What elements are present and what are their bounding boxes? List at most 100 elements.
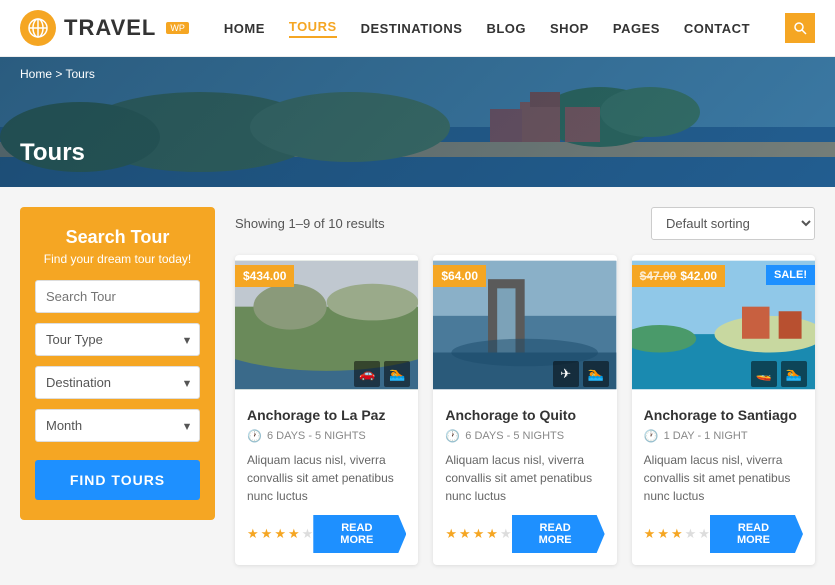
nav-blog[interactable]: BLOG: [486, 21, 526, 36]
breadcrumb: Home > Tours: [20, 67, 95, 81]
plane-icon: ✈: [553, 361, 579, 387]
boat-icon: 🚤: [751, 361, 777, 387]
destination-select[interactable]: Destination: [35, 366, 200, 399]
star-icon: ★: [247, 526, 259, 542]
star-icon: ★: [671, 526, 683, 542]
hero-overlay: [0, 57, 835, 187]
clock-icon: 🕐: [445, 429, 460, 443]
clock-icon: 🕐: [644, 429, 659, 443]
card-description: Aliquam lacus nisl, viverra convallis si…: [644, 451, 803, 505]
read-more-button[interactable]: READ MORE: [313, 515, 406, 553]
star-icon: ★: [302, 526, 314, 542]
surf-icon: 🏊: [583, 361, 609, 387]
main-nav: HOME TOURS DESTINATIONS BLOG SHOP PAGES …: [224, 19, 750, 38]
destination-wrap: Destination ▾: [35, 366, 200, 399]
widget-subtitle: Find your dream tour today!: [35, 252, 200, 266]
star-icon: ★: [486, 526, 498, 542]
star-icon: ★: [274, 526, 286, 542]
card-description: Aliquam lacus nisl, viverra convallis si…: [445, 451, 604, 505]
breadcrumb-home[interactable]: Home: [20, 67, 52, 81]
star-icon: ★: [657, 526, 669, 542]
read-more-button[interactable]: READ MORE: [512, 515, 605, 553]
find-tours-button[interactable]: FIND TOURS: [35, 460, 200, 500]
star-icon: ★: [644, 526, 656, 542]
nav-home[interactable]: HOME: [224, 21, 265, 36]
star-icon: ★: [261, 526, 273, 542]
nav-tours[interactable]: TOURS: [289, 19, 337, 38]
old-price: $47.00: [640, 269, 677, 283]
breadcrumb-current: Tours: [65, 67, 94, 81]
nav-contact[interactable]: CONTACT: [684, 21, 750, 36]
hero-section: Home > Tours Tours: [0, 57, 835, 187]
price-badge: $64.00: [433, 265, 486, 287]
sale-badge: SALE!: [766, 265, 815, 285]
star-icon: ★: [445, 526, 457, 542]
search-icon: [793, 21, 807, 35]
card-footer: ★★★★★ READ MORE: [445, 515, 604, 553]
logo-text: TRAVEL: [64, 15, 156, 41]
results-count: Showing 1–9 of 10 results: [235, 216, 385, 231]
tour-type-wrap: Tour Type ▾: [35, 323, 200, 356]
card-footer: ★★★★★ READ MORE: [644, 515, 803, 553]
card-title: Anchorage to Santiago: [644, 407, 803, 423]
star-icon: ★: [685, 526, 697, 542]
logo-icon: [20, 10, 56, 46]
surf-icon: 🏊: [781, 361, 807, 387]
clock-icon: 🕐: [247, 429, 262, 443]
main-content: Search Tour Find your dream tour today! …: [0, 187, 835, 585]
card-meta: 🕐 1 DAY - 1 NIGHT: [644, 429, 803, 443]
card-duration: 6 DAYS - 5 NIGHTS: [267, 430, 366, 442]
tour-card: $47.00$42.00 SALE! 🚤🏊 Anchorage to Santi…: [632, 255, 815, 565]
card-image: $64.00 ✈🏊: [433, 255, 616, 395]
star-rating: ★★★★★: [644, 526, 710, 542]
star-icon: ★: [288, 526, 300, 542]
content-area: Showing 1–9 of 10 results Default sortin…: [235, 207, 815, 565]
star-icon: ★: [459, 526, 471, 542]
content-header: Showing 1–9 of 10 results Default sortin…: [235, 207, 815, 240]
tour-card: $64.00 ✈🏊 Anchorage to Quito 🕐 6 DAYS - …: [433, 255, 616, 565]
nav-destinations[interactable]: DESTINATIONS: [361, 21, 463, 36]
card-amenity-icons: 🚗🏊: [354, 361, 410, 387]
logo-wp-badge: WP: [166, 22, 189, 34]
nav-shop[interactable]: SHOP: [550, 21, 589, 36]
star-icon: ★: [473, 526, 485, 542]
card-amenity-icons: 🚤🏊: [751, 361, 807, 387]
month-wrap: Month ▾: [35, 409, 200, 442]
search-button[interactable]: [785, 13, 815, 43]
card-title: Anchorage to La Paz: [247, 407, 406, 423]
card-meta: 🕐 6 DAYS - 5 NIGHTS: [247, 429, 406, 443]
header: TRAVEL WP HOME TOURS DESTINATIONS BLOG SH…: [0, 0, 835, 57]
card-footer: ★★★★★ READ MORE: [247, 515, 406, 553]
card-body: Anchorage to Santiago 🕐 1 DAY - 1 NIGHT …: [632, 395, 815, 565]
search-widget: Search Tour Find your dream tour today! …: [20, 207, 215, 520]
star-rating: ★★★★★: [247, 526, 313, 542]
card-body: Anchorage to La Paz 🕐 6 DAYS - 5 NIGHTS …: [235, 395, 418, 565]
card-title: Anchorage to Quito: [445, 407, 604, 423]
widget-title: Search Tour: [35, 227, 200, 248]
star-icon: ★: [698, 526, 710, 542]
search-input[interactable]: [35, 280, 200, 313]
price-badge: $434.00: [235, 265, 294, 287]
card-image: $434.00 🚗🏊: [235, 255, 418, 395]
tour-card: $434.00 🚗🏊 Anchorage to La Paz 🕐 6 DAYS …: [235, 255, 418, 565]
read-more-button[interactable]: READ MORE: [710, 515, 803, 553]
card-amenity-icons: ✈🏊: [553, 361, 609, 387]
card-image: $47.00$42.00 SALE! 🚤🏊: [632, 255, 815, 395]
star-icon: ★: [500, 526, 512, 542]
price-badge: $47.00$42.00: [632, 265, 725, 287]
card-duration: 1 DAY - 1 NIGHT: [664, 430, 748, 442]
star-rating: ★★★★★: [445, 526, 511, 542]
card-body: Anchorage to Quito 🕐 6 DAYS - 5 NIGHTS A…: [433, 395, 616, 565]
nav-pages[interactable]: PAGES: [613, 21, 660, 36]
tour-type-select[interactable]: Tour Type: [35, 323, 200, 356]
sort-select[interactable]: Default sorting Sort by popularity Sort …: [651, 207, 815, 240]
card-duration: 6 DAYS - 5 NIGHTS: [465, 430, 564, 442]
tours-grid: $434.00 🚗🏊 Anchorage to La Paz 🕐 6 DAYS …: [235, 255, 815, 565]
card-description: Aliquam lacus nisl, viverra convallis si…: [247, 451, 406, 505]
month-select[interactable]: Month: [35, 409, 200, 442]
page-title: Tours: [20, 139, 85, 167]
surf-icon: 🏊: [384, 361, 410, 387]
card-meta: 🕐 6 DAYS - 5 NIGHTS: [445, 429, 604, 443]
logo: TRAVEL WP: [20, 10, 189, 46]
car-icon: 🚗: [354, 361, 380, 387]
